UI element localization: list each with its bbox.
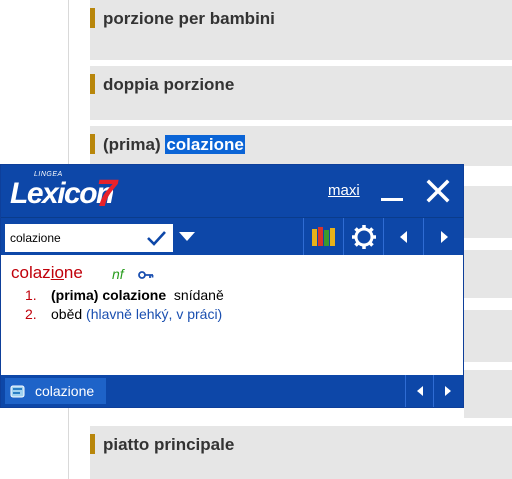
list-item-label: (prima) colazione: [103, 135, 245, 155]
list-item-label: porzione per bambini: [103, 9, 275, 28]
key-icon[interactable]: [138, 267, 154, 279]
history-forward-button[interactable]: [423, 218, 463, 256]
history-back-button[interactable]: [383, 218, 423, 256]
minimize-icon[interactable]: [381, 183, 403, 201]
sense-translation: snídaně: [173, 287, 224, 303]
sense-number: 2.: [25, 306, 37, 322]
selected-word-highlight[interactable]: colazione: [165, 135, 245, 154]
arrow-left-icon: [400, 231, 407, 243]
list-item-hidden-3: [464, 310, 512, 362]
sense-source: (prima) colazione: [51, 287, 167, 303]
status-prev-button[interactable]: [405, 375, 433, 407]
sense-note: (hlavně lehký, v práci): [86, 306, 223, 322]
dictionaries-button[interactable]: [303, 218, 343, 256]
item-accent-bar: [90, 8, 95, 28]
headword-part: colaz: [11, 263, 51, 282]
dictionaries-icon: [312, 227, 335, 246]
list-item-prefix: (prima): [103, 135, 166, 154]
logo-version: 7: [96, 173, 118, 215]
list-item-label: doppia porzione: [103, 75, 235, 94]
list-item-hidden-1: [464, 186, 512, 238]
sense-2[interactable]: 2. oběd (hlavně lehký, v práci): [25, 306, 222, 322]
headword-stress: io: [50, 263, 64, 282]
search-input-value[interactable]: colazione: [10, 231, 61, 245]
lexicon-window[interactable]: LINGEA Lexicon 7 maxi colazione colazion…: [0, 164, 464, 408]
close-icon[interactable]: [424, 177, 452, 205]
arrow-left-icon: [417, 386, 423, 396]
search-input[interactable]: colazione: [5, 224, 173, 252]
status-bar: colazione: [1, 375, 463, 407]
arrow-right-icon: [441, 231, 448, 243]
lexicon-title-bar[interactable]: LINGEA Lexicon 7 maxi: [1, 165, 463, 217]
settings-gear-icon: [352, 225, 376, 249]
list-item-hidden-4: [464, 370, 512, 418]
item-accent-bar: [90, 134, 95, 154]
history-item[interactable]: colazione: [5, 378, 106, 404]
sense-number: 1.: [25, 287, 37, 303]
maxi-button[interactable]: maxi: [328, 182, 360, 199]
list-item-hidden-2: [464, 250, 512, 298]
history-item-label: colazione: [35, 383, 95, 399]
chevron-down-icon[interactable]: [179, 232, 195, 241]
list-item-label: piatto principale: [103, 435, 235, 454]
item-accent-bar: [90, 434, 95, 454]
list-item-prima-colazione[interactable]: (prima) colazione: [90, 126, 512, 166]
headword-part: ne: [63, 263, 83, 282]
checkmark-icon[interactable]: [145, 227, 167, 249]
lexicon-toolbar: colazione: [1, 217, 463, 256]
part-of-speech: nf: [112, 266, 124, 282]
status-next-button[interactable]: [433, 375, 461, 407]
sense-1[interactable]: 1. (prima) colazione snídaně: [25, 287, 224, 303]
headword[interactable]: colazione: [11, 263, 83, 283]
list-item-porzione-per-bambini[interactable]: porzione per bambini: [90, 0, 512, 60]
list-item-doppia-porzione[interactable]: doppia porzione: [90, 66, 512, 120]
settings-button[interactable]: [343, 218, 383, 256]
list-item-piatto-principale[interactable]: piatto principale: [90, 426, 512, 479]
sense-translation: oběd: [51, 306, 83, 322]
history-book-icon: [10, 385, 25, 398]
arrow-right-icon: [445, 386, 451, 396]
item-accent-bar: [90, 74, 95, 94]
entry-content: colazione nf 1. (prima) colazione snídaně…: [1, 255, 463, 375]
